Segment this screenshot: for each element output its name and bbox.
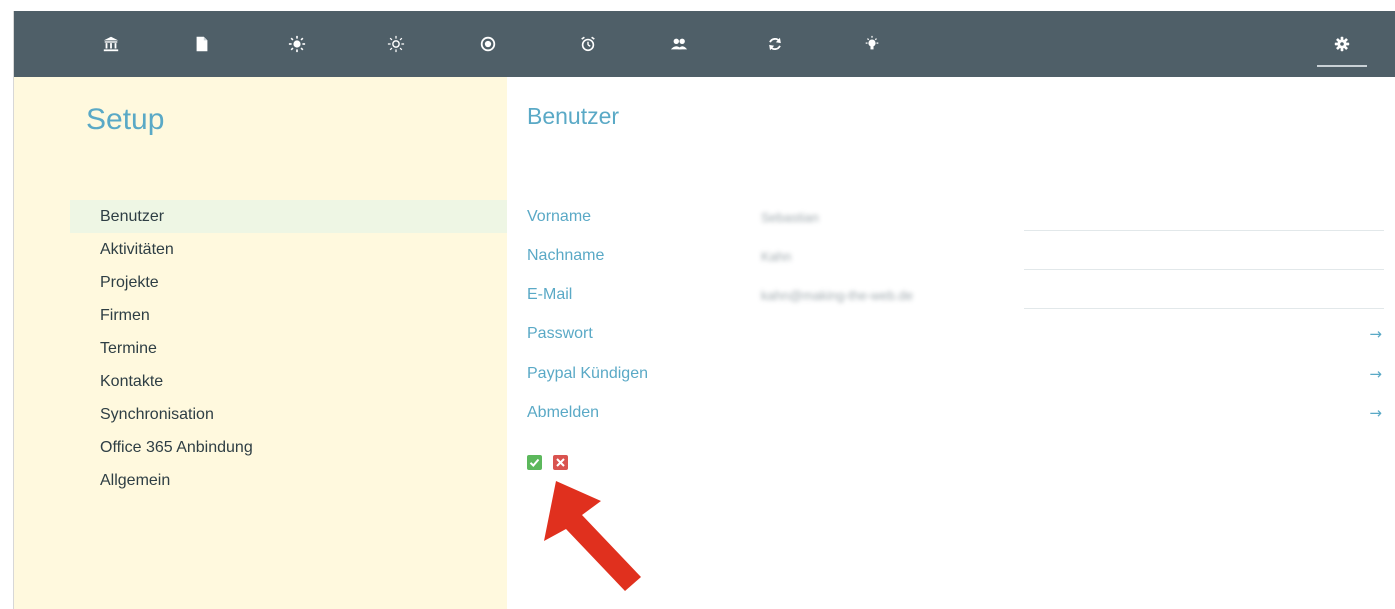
active-tab-indicator (1317, 65, 1367, 67)
field-value-vorname[interactable]: Sebastian (761, 210, 819, 225)
sidebar-item-allgemein[interactable]: Allgemein (70, 464, 507, 497)
field-value-email[interactable]: kahn@making-the-web.de (761, 288, 913, 303)
setup-menu: Benutzer Aktivitäten Projekte Firmen Ter… (70, 200, 507, 497)
users-icon[interactable] (664, 29, 694, 59)
sidebar-item-termine[interactable]: Termine (70, 332, 507, 365)
page-title: Benutzer (527, 103, 620, 129)
link-row-paypal-kuendigen[interactable]: Paypal Kündigen → (527, 357, 1387, 391)
sidebar-title: Setup (86, 103, 165, 136)
document-icon[interactable] (187, 29, 217, 59)
link-row-passwort[interactable]: Passwort → (527, 317, 1387, 351)
sun-filled-icon[interactable] (282, 29, 312, 59)
field-underline (1024, 308, 1384, 309)
record-icon[interactable] (473, 29, 503, 59)
sidebar-item-office365[interactable]: Office 365 Anbindung (70, 431, 507, 464)
sidebar-item-benutzer[interactable]: Benutzer (70, 200, 507, 233)
field-underline (1024, 230, 1384, 231)
bank-icon[interactable] (96, 29, 126, 59)
field-label-nachname: Nachname (527, 247, 605, 264)
top-navigation-bar (14, 11, 1395, 77)
annotation-arrow-icon (544, 481, 641, 591)
field-label-vorname: Vorname (527, 208, 592, 225)
lightbulb-icon[interactable] (857, 29, 887, 59)
alarm-clock-icon[interactable] (573, 29, 603, 59)
field-row-nachname: Nachname Kahn (527, 239, 1387, 273)
field-value-nachname[interactable]: Kahn (761, 249, 791, 264)
paypal-kuendigen-link[interactable]: Paypal Kündigen (527, 365, 648, 383)
sync-icon[interactable] (760, 29, 790, 59)
sidebar-item-firmen[interactable]: Firmen (70, 299, 507, 332)
arrow-right-icon[interactable]: → (1369, 365, 1382, 383)
gear-icon[interactable] (1327, 29, 1357, 59)
sidebar-item-aktivitaeten[interactable]: Aktivitäten (70, 233, 507, 266)
confirm-check-icon[interactable] (527, 455, 542, 470)
sun-outline-icon[interactable] (381, 29, 411, 59)
field-label-email: E-Mail (527, 286, 573, 303)
field-row-vorname: Vorname Sebastian (527, 200, 1387, 234)
link-row-abmelden[interactable]: Abmelden → (527, 396, 1387, 430)
app-frame: Setup Benutzer Aktivitäten Projekte Firm… (13, 11, 1395, 609)
sidebar-item-synchronisation[interactable]: Synchronisation (70, 398, 507, 431)
passwort-link[interactable]: Passwort (527, 325, 593, 343)
abmelden-link[interactable]: Abmelden (527, 404, 599, 422)
field-underline (1024, 269, 1384, 270)
setup-sidebar: Setup Benutzer Aktivitäten Projekte Firm… (14, 77, 507, 609)
field-row-email: E-Mail kahn@making-the-web.de (527, 278, 1387, 312)
save-cancel-controls (527, 455, 574, 473)
arrow-right-icon[interactable]: → (1369, 325, 1382, 343)
sidebar-item-projekte[interactable]: Projekte (70, 266, 507, 299)
cancel-x-icon[interactable] (553, 455, 569, 470)
sidebar-item-kontakte[interactable]: Kontakte (70, 365, 507, 398)
arrow-right-icon[interactable]: → (1369, 404, 1382, 422)
